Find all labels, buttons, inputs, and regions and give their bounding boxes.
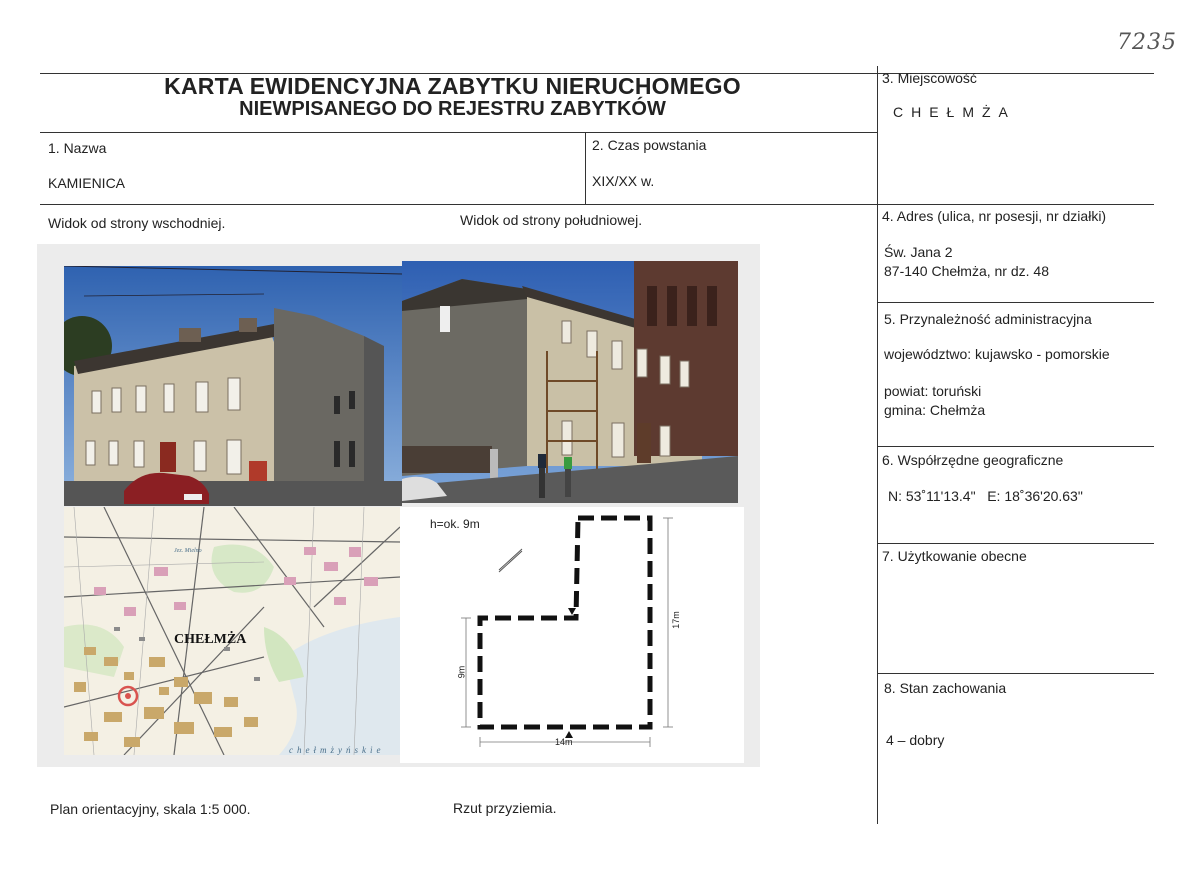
field-adres-line1: Św. Jana 2 xyxy=(884,244,953,260)
rule-after-admin xyxy=(878,446,1154,447)
field-gmina: gmina: Chełmża xyxy=(884,402,986,418)
column-divider xyxy=(877,66,878,824)
card-title-line2: NIEWPISANEGO DO REJESTRU ZABYTKÓW xyxy=(239,98,666,120)
photo-south-view xyxy=(402,261,738,503)
field-stan-value: 4 – dobry xyxy=(886,732,945,748)
rule-after-coords xyxy=(878,543,1154,544)
field-miejscowosc-value: CHEŁMŻA xyxy=(893,104,1016,120)
field-nazwa-label: 1. Nazwa xyxy=(48,140,107,156)
field-przynaleznosc-label: 5. Przynależność administracyjna xyxy=(884,311,1092,327)
rule-after-address xyxy=(878,302,1154,303)
field-adres-line2: 87-140 Chełmża, nr dz. 48 xyxy=(884,263,1049,279)
caption-ground-plan: Rzut przyziemia. xyxy=(453,800,557,816)
top-rule xyxy=(40,73,1154,74)
field-wojewodztwo: województwo: kujawsko - pomorskie xyxy=(884,346,1110,362)
floor-plan: h=ok. 9m 14m 9m 17m xyxy=(400,507,744,763)
field-miejscowosc-label: 3. Miejscowość xyxy=(882,70,977,86)
map-pond-label: Jez. Mielno xyxy=(174,548,202,554)
field-stan-label: 8. Stan zachowania xyxy=(884,680,1007,696)
card-title-line1: KARTA EWIDENCYJNA ZABYTKU NIERUCHOMEGO xyxy=(164,73,741,99)
field-wspolrzedne-value: N: 53˚11'13.4" E: 18˚36'20.63" xyxy=(888,488,1083,504)
map-lake-label: chełmżyńskie xyxy=(289,745,384,755)
rule-fields-bottom xyxy=(40,204,1154,205)
rule-title-bottom xyxy=(40,132,877,133)
caption-east-view: Widok od strony wschodniej. xyxy=(48,215,226,231)
field-adres-label: 4. Adres (ulica, nr posesji, nr działki) xyxy=(882,208,1107,224)
plan-dim-width: 14m xyxy=(555,737,573,747)
field-wspolrzedne-label: 6. Współrzędne geograficzne xyxy=(882,452,1064,468)
field-czas-label: 2. Czas powstania xyxy=(592,137,707,153)
plan-dim-right: 17m xyxy=(670,611,681,629)
field-nazwa-value: KAMIENICA xyxy=(48,175,126,191)
photo-east-view xyxy=(64,266,402,506)
field-uzytkowanie-label: 7. Użytkowanie obecne xyxy=(882,548,1027,564)
map-town-label: CHEŁMŻA xyxy=(174,632,247,647)
field-powiat: powiat: toruński xyxy=(884,383,982,399)
catalogue-number: 7235 xyxy=(1117,30,1177,55)
field-czas-value: XIX/XX w. xyxy=(592,173,655,189)
rule-after-usage xyxy=(878,673,1154,674)
caption-south-view: Widok od strony południowej. xyxy=(460,212,643,228)
plan-dim-left: 9m xyxy=(456,665,467,679)
orientation-map: chełmżyńskie Jez. Mielno CHEŁMŻA xyxy=(64,507,400,755)
name-date-divider xyxy=(585,132,586,205)
caption-orientation-plan: Plan orientacyjny, skala 1:5 000. xyxy=(50,801,251,817)
